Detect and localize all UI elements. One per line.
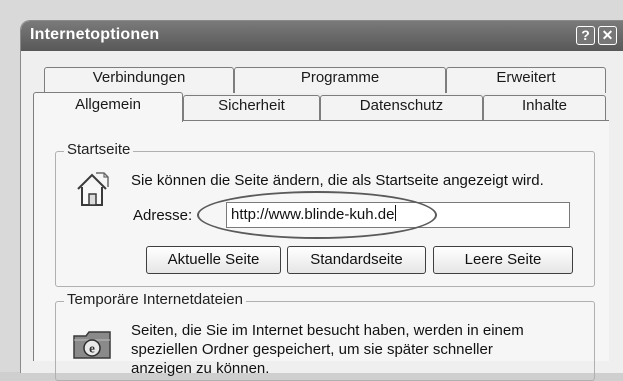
help-button[interactable]: ? (576, 26, 595, 45)
svg-text:e: e (89, 341, 95, 356)
address-value: http://www.blinde-kuh.de (231, 206, 395, 223)
window-title: Internetoptionen (30, 26, 160, 43)
temp-files-group-label: Temporäre Internetdateien (64, 291, 246, 308)
close-button[interactable]: ✕ (598, 26, 617, 45)
startseite-group-label: Startseite (64, 141, 134, 158)
temp-files-line1: Seiten, die Sie im Internet besucht habe… (131, 322, 524, 339)
title-bar[interactable]: Internetoptionen ? ✕ (21, 21, 623, 51)
temp-files-line2: speziellen Ordner gespeichert, um sie sp… (131, 341, 493, 358)
tab-programme[interactable]: Programme (234, 67, 446, 93)
current-page-button[interactable]: Aktuelle Seite (146, 246, 281, 274)
ie-folder-icon: e (73, 331, 111, 359)
tab-datenschutz[interactable]: Datenschutz (320, 95, 483, 121)
house-icon (77, 172, 109, 206)
blank-page-button[interactable]: Leere Seite (433, 246, 573, 274)
tab-verbindungen[interactable]: Verbindungen (44, 67, 234, 93)
tab-allgemein[interactable]: Allgemein (33, 92, 183, 122)
address-label: Adresse: (133, 207, 193, 224)
text-caret (395, 205, 397, 221)
tab-sicherheit[interactable]: Sicherheit (183, 95, 320, 121)
tab-erweitert[interactable]: Erweitert (446, 67, 606, 93)
address-input[interactable]: http://www.blinde-kuh.de (226, 202, 570, 228)
default-page-button[interactable]: Standardseite (287, 246, 426, 274)
temp-files-line3: anzeigen zu können. (131, 360, 270, 377)
startseite-description: Sie können die Seite ändern, die als Sta… (131, 172, 544, 189)
tab-inhalte[interactable]: Inhalte (483, 95, 606, 121)
